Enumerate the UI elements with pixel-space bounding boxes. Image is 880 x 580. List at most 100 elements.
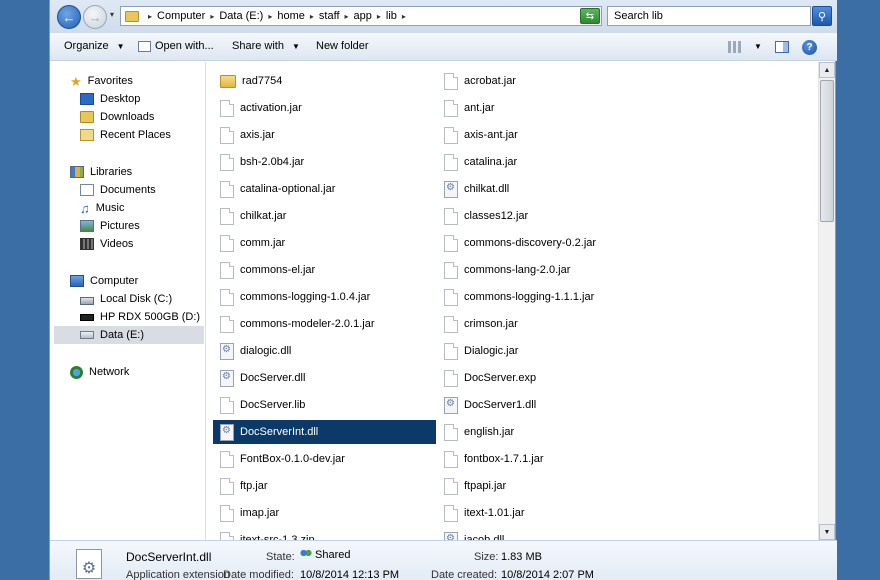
nav-item-desktop[interactable]: Desktop xyxy=(80,90,140,108)
help-icon[interactable]: ? xyxy=(802,40,817,55)
open-with-button[interactable]: Open with... xyxy=(138,40,214,52)
file-name: commons-modeler-2.0.1.jar xyxy=(240,318,375,330)
nav-favorites-label: Favorites xyxy=(87,75,133,87)
breadcrumb-app[interactable]: app xyxy=(354,10,372,22)
file-item[interactable]: comm.jar xyxy=(213,231,436,255)
file-item[interactable]: ant.jar xyxy=(437,96,660,120)
file-item[interactable]: commons-logging-1.1.1.jar xyxy=(437,285,660,309)
nav-computer[interactable]: Computer xyxy=(70,272,138,290)
file-name: axis-ant.jar xyxy=(464,129,518,141)
file-item[interactable]: DocServer.dll xyxy=(213,366,436,390)
chevron-right-icon[interactable]: ▸ xyxy=(377,12,381,21)
file-item[interactable]: catalina.jar xyxy=(437,150,660,174)
details-file-name: DocServerInt.dll xyxy=(126,550,212,564)
file-item[interactable]: commons-discovery-0.2.jar xyxy=(437,231,660,255)
file-item[interactable]: DocServer1.dll xyxy=(437,393,660,417)
scroll-down-arrow-icon[interactable]: ▼ xyxy=(819,524,835,540)
nav-item-recent-places[interactable]: Recent Places xyxy=(80,126,171,144)
address-bar[interactable]: ▸ Computer ▸ Data (E:) ▸ home ▸ staff ▸ … xyxy=(120,6,602,26)
nav-item-music[interactable]: ♫ Music xyxy=(80,199,124,217)
file-item[interactable]: itext-1.01.jar xyxy=(437,501,660,525)
file-item[interactable]: commons-logging-1.0.4.jar xyxy=(213,285,436,309)
file-item[interactable]: chilkat.dll xyxy=(437,177,660,201)
view-options-dropdown[interactable]: ▼ xyxy=(754,42,762,51)
nav-network[interactable]: Network xyxy=(70,363,129,381)
file-icon xyxy=(444,234,458,252)
nav-item-data-drive[interactable]: Data (E:) xyxy=(54,326,204,344)
file-name: DocServer.exp xyxy=(464,372,537,384)
file-icon xyxy=(444,369,458,387)
breadcrumb-lib[interactable]: lib xyxy=(386,10,397,22)
chevron-right-icon[interactable]: ▸ xyxy=(148,12,152,21)
breadcrumb-data-drive[interactable]: Data (E:) xyxy=(219,10,263,22)
file-item[interactable]: chilkat.jar xyxy=(213,204,436,228)
new-folder-button[interactable]: New folder xyxy=(316,40,369,52)
vertical-scrollbar[interactable]: ▲ ▼ xyxy=(818,62,835,540)
scrollbar-thumb[interactable] xyxy=(820,80,834,222)
nav-item-local-disk[interactable]: Local Disk (C:) xyxy=(80,290,172,308)
nav-item-videos[interactable]: Videos xyxy=(80,235,133,253)
search-input[interactable]: Search lib xyxy=(607,6,811,26)
file-item[interactable]: rad7754 xyxy=(213,69,436,93)
file-item[interactable]: DocServerInt.dll xyxy=(213,420,436,444)
search-icon: ⚲ xyxy=(817,10,827,23)
nav-favorites[interactable]: ★ Favorites xyxy=(70,72,133,90)
chevron-right-icon[interactable]: ▸ xyxy=(402,12,406,21)
breadcrumb-computer[interactable]: Computer xyxy=(157,10,205,22)
back-button[interactable]: ← xyxy=(57,5,81,29)
nav-videos-label: Videos xyxy=(100,238,134,250)
forward-button[interactable]: → xyxy=(83,5,107,29)
chevron-down-icon: ▼ xyxy=(291,41,300,51)
file-item[interactable]: Dialogic.jar xyxy=(437,339,660,363)
search-button[interactable]: ⚲ xyxy=(812,6,832,26)
file-icon xyxy=(444,153,458,171)
navigation-pane: ★ Favorites Desktop Downloads Recent Pla… xyxy=(50,62,206,540)
file-name: catalina.jar xyxy=(464,156,518,168)
breadcrumb-staff[interactable]: staff xyxy=(319,10,340,22)
nav-item-hp-rdx[interactable]: HP RDX 500GB (D:) xyxy=(80,308,200,326)
nav-item-documents[interactable]: Documents xyxy=(80,181,156,199)
file-item[interactable]: english.jar xyxy=(437,420,660,444)
file-item[interactable]: crimson.jar xyxy=(437,312,660,336)
file-item[interactable]: classes12.jar xyxy=(437,204,660,228)
nav-libraries[interactable]: Libraries xyxy=(70,163,132,181)
change-view-icon[interactable] xyxy=(728,41,742,53)
organize-button[interactable]: Organize ▼ xyxy=(64,40,125,52)
file-icon xyxy=(220,450,234,468)
file-item[interactable]: commons-el.jar xyxy=(213,258,436,282)
file-item[interactable]: commons-modeler-2.0.1.jar xyxy=(213,312,436,336)
preview-pane-icon[interactable] xyxy=(775,41,789,53)
file-item[interactable]: itext-src-1.3.zip xyxy=(213,528,436,540)
dll-file-icon xyxy=(444,180,458,198)
file-item[interactable]: axis.jar xyxy=(213,123,436,147)
share-with-button[interactable]: Share with ▼ xyxy=(232,40,300,52)
refresh-button[interactable]: ⇆ xyxy=(580,8,600,24)
file-item[interactable]: axis-ant.jar xyxy=(437,123,660,147)
file-item[interactable]: catalina-optional.jar xyxy=(213,177,436,201)
chevron-right-icon[interactable]: ▸ xyxy=(268,12,272,21)
file-item[interactable]: ftp.jar xyxy=(213,474,436,498)
nav-item-downloads[interactable]: Downloads xyxy=(80,108,154,126)
file-item[interactable]: FontBox-0.1.0-dev.jar xyxy=(213,447,436,471)
recent-pages-dropdown[interactable]: ▾ xyxy=(110,10,114,19)
file-item[interactable]: imap.jar xyxy=(213,501,436,525)
file-item[interactable]: ftpapi.jar xyxy=(437,474,660,498)
file-item[interactable]: jacob.dll xyxy=(437,528,660,540)
chevron-right-icon[interactable]: ▸ xyxy=(310,12,314,21)
breadcrumb-home[interactable]: home xyxy=(277,10,305,22)
nav-network-label: Network xyxy=(89,366,130,378)
file-item[interactable]: activation.jar xyxy=(213,96,436,120)
chevron-right-icon[interactable]: ▸ xyxy=(345,12,349,21)
computer-icon xyxy=(70,275,84,287)
nav-item-pictures[interactable]: Pictures xyxy=(80,217,140,235)
file-item[interactable]: dialogic.dll xyxy=(213,339,436,363)
file-item[interactable]: bsh-2.0b4.jar xyxy=(213,150,436,174)
scroll-up-arrow-icon[interactable]: ▲ xyxy=(819,62,835,78)
file-item[interactable]: commons-lang-2.0.jar xyxy=(437,258,660,282)
chevron-right-icon[interactable]: ▸ xyxy=(210,12,214,21)
file-item[interactable]: acrobat.jar xyxy=(437,69,660,93)
file-item[interactable]: fontbox-1.7.1.jar xyxy=(437,447,660,471)
file-item[interactable]: DocServer.exp xyxy=(437,366,660,390)
file-icon xyxy=(444,504,458,522)
file-item[interactable]: DocServer.lib xyxy=(213,393,436,417)
